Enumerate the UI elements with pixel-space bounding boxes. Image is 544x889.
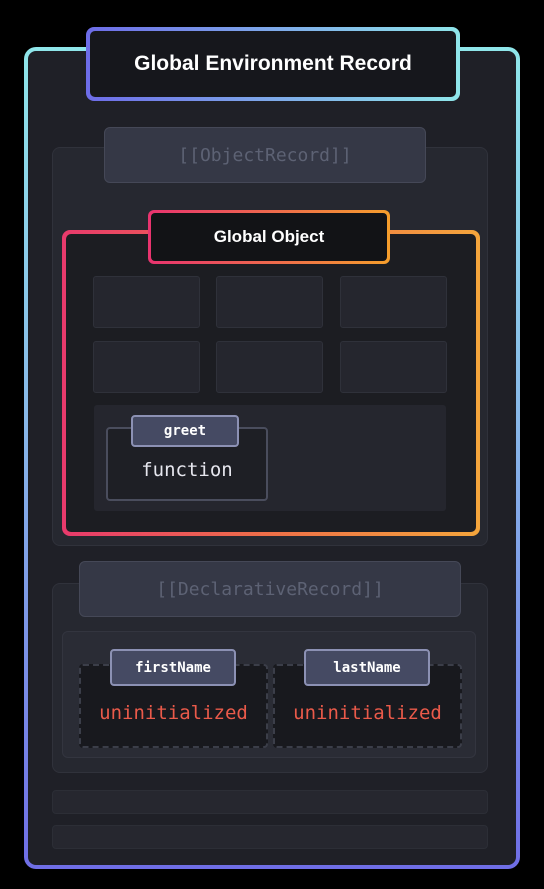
declarative-record-tab: [[DeclarativeRecord]] (79, 561, 461, 617)
global-object-property-cell (216, 276, 323, 328)
global-object-title-box: Global Object (148, 210, 390, 264)
global-object-property-cell (340, 276, 447, 328)
lastname-binding-name: lastName (304, 649, 430, 686)
global-object-property-cell (216, 341, 323, 393)
global-environment-record-title-box: Global Environment Record (86, 27, 460, 101)
firstname-binding-name: firstName (110, 649, 236, 686)
global-object-title: Global Object (151, 213, 387, 261)
empty-record-bar (52, 790, 488, 814)
greet-binding-name: greet (131, 415, 239, 447)
object-record-tab: [[ObjectRecord]] (104, 127, 426, 183)
global-object-property-cell (93, 276, 200, 328)
global-environment-record-title: Global Environment Record (90, 31, 456, 97)
global-object-property-cell (340, 341, 447, 393)
global-object-property-cell (93, 341, 200, 393)
empty-record-bar (52, 825, 488, 849)
